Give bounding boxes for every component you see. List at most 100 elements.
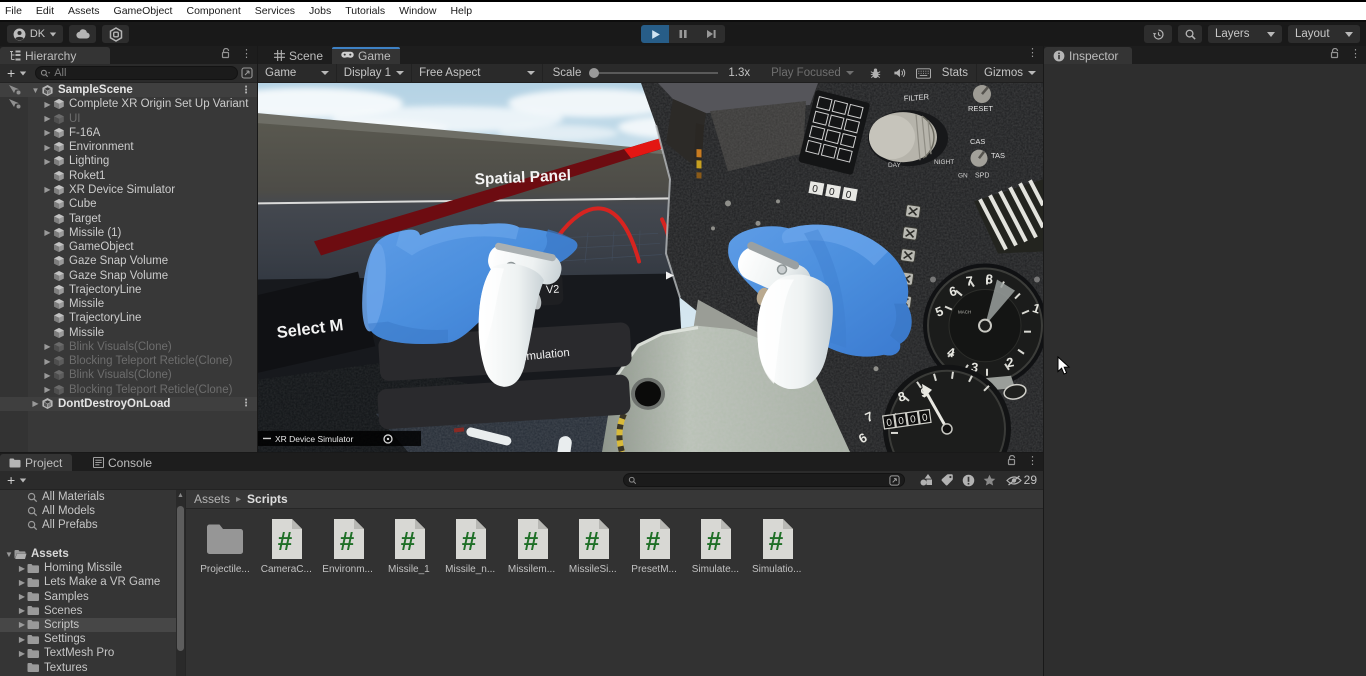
project-menu-icon[interactable]: ⋮ [1027, 455, 1038, 466]
hierarchy-item[interactable]: Roket1 [0, 169, 257, 183]
project-add-caret-icon[interactable] [19, 478, 27, 482]
hierarchy-item[interactable]: ▶ Blink Visuals(Clone) [0, 368, 257, 382]
hierarchy-item[interactable]: Missile [0, 326, 257, 340]
expand-arrow-icon[interactable]: ▶ [42, 114, 53, 123]
asset-item[interactable]: Projectile... [196, 517, 254, 575]
project-tree-item[interactable]: ▶ TextMesh Pro [0, 646, 176, 660]
inspector-lock-icon[interactable] [1330, 48, 1340, 59]
project-search-picker-icon[interactable] [889, 474, 900, 486]
project-tree-item[interactable]: All Materials [0, 490, 176, 504]
gizmos-dropdown[interactable]: Gizmos [976, 63, 1043, 83]
expand-arrow-icon[interactable]: ▶ [17, 649, 27, 658]
hierarchy-item[interactable]: ▶ Blink Visuals(Clone) [0, 340, 257, 354]
expand-arrow-icon[interactable]: ▶ [42, 357, 53, 366]
expand-arrow-icon[interactable]: ▶ [17, 620, 27, 629]
expand-arrow-icon[interactable]: ▶ [42, 371, 53, 380]
project-add-button[interactable]: + [7, 472, 15, 488]
project-tree-item[interactable]: ▶ Scenes [0, 604, 176, 618]
expand-arrow-icon[interactable]: ▼ [30, 86, 41, 95]
asset-item[interactable]: # Environm... [319, 517, 377, 575]
tab-project[interactable]: Project [0, 454, 72, 471]
cloud-button[interactable] [69, 25, 96, 43]
asset-item[interactable]: # PresetM... [625, 517, 683, 575]
expand-arrow-icon[interactable]: ▶ [17, 578, 27, 587]
stats-toggle[interactable]: Stats [942, 67, 968, 79]
breadcrumb-current[interactable]: Scripts [247, 492, 288, 506]
menu-assets[interactable]: Assets [61, 2, 107, 20]
hierarchy-item[interactable]: ▶ DontDestroyOnLoad ⋮ [0, 396, 257, 412]
search-button[interactable] [1178, 25, 1202, 43]
lock-icon[interactable] [221, 48, 231, 59]
undo-history-button[interactable] [1144, 25, 1172, 43]
project-tree-item[interactable]: ▶ Settings [0, 632, 176, 646]
hierarchy-search-input[interactable]: All [35, 66, 238, 80]
pause-button[interactable] [669, 25, 697, 43]
game-viewport[interactable]: Spatial Panel 0 0 0 FILTER DAY NIGHT RES… [258, 83, 1043, 452]
expand-arrow-icon[interactable]: ▶ [42, 157, 53, 166]
expand-arrow-icon[interactable]: ▶ [42, 228, 53, 237]
item-menu-icon[interactable]: ⋮ [241, 85, 251, 96]
asset-item[interactable]: # Missilem... [503, 517, 561, 575]
item-menu-icon[interactable]: ⋮ [241, 398, 251, 409]
project-tree-item[interactable]: ▶ Homing Missile [0, 561, 176, 575]
project-lock-icon[interactable] [1007, 455, 1017, 466]
hierarchy-item[interactable]: ▶ Blocking Teleport Reticle(Clone) [0, 383, 257, 397]
expand-arrow-icon[interactable]: ▶ [30, 399, 41, 408]
scene-pick-icon[interactable] [8, 98, 21, 112]
expand-arrow-icon[interactable]: ▶ [17, 592, 27, 601]
expand-arrow-icon[interactable]: ▶ [17, 635, 27, 644]
hidden-count-eye-icon[interactable]: 29 [1005, 473, 1037, 487]
hierarchy-item[interactable]: ▶ UI [0, 112, 257, 126]
hierarchy-item[interactable]: ▼ SampleScene ⋮ [0, 83, 257, 98]
menu-services[interactable]: Services [248, 2, 302, 20]
hierarchy-item[interactable]: Gaze Snap Volume [0, 254, 257, 268]
hierarchy-item[interactable]: Gaze Snap Volume [0, 268, 257, 282]
menu-help[interactable]: Help [443, 2, 479, 20]
aspect-dropdown[interactable]: Free Aspect [412, 63, 543, 83]
display-dropdown[interactable]: Display 1 [337, 63, 413, 83]
hierarchy-add-button[interactable]: + [7, 65, 15, 81]
menu-window[interactable]: Window [392, 2, 443, 20]
hierarchy-item[interactable]: Target [0, 211, 257, 225]
expand-arrow-icon[interactable]: ▶ [42, 143, 53, 152]
hierarchy-item[interactable]: Missile [0, 297, 257, 311]
game-menu-icon[interactable]: ⋮ [1027, 48, 1038, 59]
project-search-input[interactable] [622, 473, 905, 487]
scrollbar-up-icon[interactable]: ▲ [177, 492, 184, 499]
project-tree-item[interactable]: ▶ Lets Make a VR Game [0, 575, 176, 589]
search-picker-icon[interactable] [241, 67, 253, 79]
account-button[interactable]: DK [7, 25, 63, 43]
inspector-menu-icon[interactable]: ⋮ [1350, 48, 1361, 59]
scrollbar-thumb[interactable] [177, 506, 184, 651]
project-tree-scrollbar[interactable]: ▲ [176, 490, 185, 676]
hierarchy-item[interactable]: Cube [0, 197, 257, 211]
layers-dropdown[interactable]: Layers [1208, 25, 1282, 43]
project-tree-item[interactable]: All Prefabs [0, 518, 176, 532]
scene-pick-icon[interactable] [8, 84, 21, 98]
expand-arrow-icon[interactable]: ▶ [42, 185, 53, 194]
asset-item[interactable]: # CameraC... [257, 517, 315, 575]
play-focused-dropdown[interactable]: Play Focused [764, 64, 861, 83]
step-button[interactable] [697, 25, 725, 43]
hierarchy-item[interactable]: ▶ Environment [0, 140, 257, 154]
menu-jobs[interactable]: Jobs [302, 2, 338, 20]
filter-by-type-icon[interactable] [919, 473, 933, 487]
expand-arrow-icon[interactable]: ▶ [42, 128, 53, 137]
breadcrumb-assets[interactable]: Assets [194, 492, 230, 506]
hierarchy-item[interactable]: GameObject [0, 240, 257, 254]
asset-item[interactable]: # Simulate... [686, 517, 744, 575]
asset-item[interactable]: # Missile_n... [441, 517, 499, 575]
xr-simulator-bar[interactable]: XR Device Simulator [258, 430, 421, 446]
tab-inspector[interactable]: Inspector [1044, 47, 1132, 64]
menu-component[interactable]: Component [179, 2, 247, 20]
scale-slider[interactable] [587, 67, 722, 79]
warnings-icon[interactable] [962, 474, 975, 487]
hierarchy-item[interactable]: ▶ Complete XR Origin Set Up Variant [0, 97, 257, 111]
menu-edit[interactable]: Edit [29, 2, 61, 20]
play-button[interactable] [641, 25, 669, 43]
hierarchy-item[interactable]: TrajectoryLine [0, 311, 257, 325]
game-display-target-dropdown[interactable]: Game [258, 63, 337, 83]
mute-audio-icon[interactable] [893, 67, 906, 79]
tab-hierarchy[interactable]: Hierarchy [0, 47, 110, 64]
menu-tutorials[interactable]: Tutorials [338, 2, 392, 20]
